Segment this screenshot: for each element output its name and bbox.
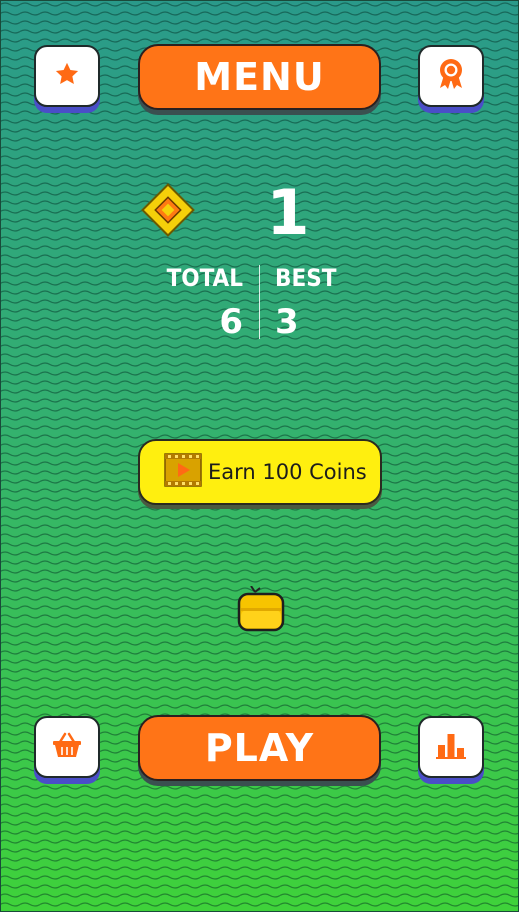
current-score: 1 [266, 176, 310, 249]
earn-coins-button[interactable]: Earn 100 Coins [138, 439, 382, 505]
total-label: TOTAL [166, 264, 243, 292]
diamond-coin-icon [140, 182, 196, 238]
leaderboard-icon [435, 731, 467, 763]
star-icon [53, 60, 81, 92]
award-ribbon-icon [435, 57, 467, 95]
shop-button[interactable] [34, 716, 100, 778]
best-value: 3 [275, 302, 299, 342]
favorites-button[interactable] [34, 45, 100, 107]
leaderboard-button[interactable] [418, 716, 484, 778]
best-label: BEST [275, 264, 337, 292]
total-value: 6 [219, 302, 243, 342]
player-character-icon [236, 585, 286, 632]
shop-basket-icon [52, 732, 82, 762]
achievements-button[interactable] [418, 45, 484, 107]
video-film-icon [164, 453, 202, 491]
play-button[interactable]: PLAY [138, 715, 381, 781]
menu-button[interactable]: MENU [138, 44, 381, 110]
earn-coins-label: Earn 100 Coins [208, 460, 367, 484]
stats-divider [259, 265, 260, 339]
